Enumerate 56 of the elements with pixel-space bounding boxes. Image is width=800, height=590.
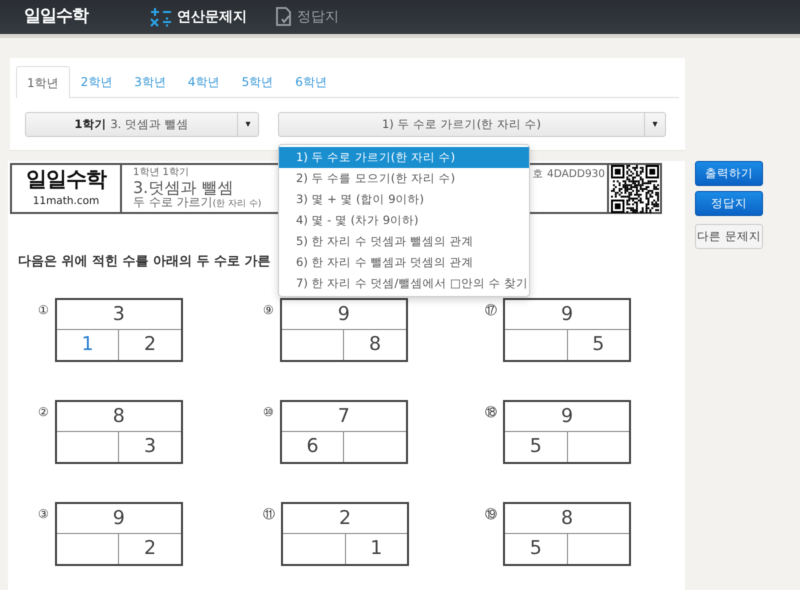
part-number: 5 — [528, 434, 543, 460]
term-label: 1학기 — [74, 116, 106, 133]
menu-option[interactable]: 7) 한 자리 수 덧셈/뺄셈에서 □안의 수 찾기 — [279, 273, 529, 294]
menu-option[interactable]: 6) 한 자리 수 뺄셈과 덧셈의 관계 — [279, 252, 529, 273]
problem-number: ⑰ — [485, 304, 497, 316]
part-number: 5 — [528, 536, 543, 562]
problem-number: ② — [38, 406, 49, 418]
part-number: 5 — [591, 332, 606, 358]
nav-link[interactable]: 정답지 — [275, 6, 339, 28]
action-button[interactable]: 다른 문제지 — [695, 224, 763, 249]
math-operators-icon — [150, 7, 172, 27]
menu-option[interactable]: 5) 한 자리 수 덧셈과 뺄셈의 관계 — [279, 231, 529, 252]
worksheet-title: 3.덧셈과 뺄셈 — [133, 178, 234, 196]
problem-number: ⑲ — [485, 508, 497, 520]
instruction-text: 다음은 위에 적힌 수를 아래의 두 수로 가른 — [18, 253, 271, 271]
answer-number: 1 — [80, 332, 95, 358]
problem-number: ⑨ — [263, 304, 274, 316]
whole-number: 9 — [56, 504, 181, 534]
whole-number: 7 — [282, 402, 406, 432]
nav-link[interactable]: 연산문제지 — [150, 6, 247, 28]
action-button[interactable]: 출력하기 — [695, 161, 763, 186]
whole-number: 3 — [56, 300, 181, 330]
menu-option[interactable]: 4) 몇 - 몇 (차가 9이하) — [279, 210, 529, 231]
whole-number: 9 — [505, 402, 629, 432]
problem-number: ⑱ — [485, 406, 497, 418]
site-logo[interactable]: 일일수학 — [24, 4, 150, 30]
problem-number: ⑩ — [263, 406, 274, 418]
whole-number: 8 — [505, 504, 629, 534]
part-number: 2 — [142, 536, 158, 562]
whole-number: 9 — [282, 300, 406, 330]
worksheet-subtitle: 두 수로 가르기(한 자리 수) — [133, 196, 262, 210]
topic-dropdown[interactable]: 1) 두 수로 가르기(한 자리 수) ▾ — [278, 112, 666, 137]
document-check-icon — [275, 7, 292, 27]
whole-number: 8 — [56, 402, 181, 432]
part-number: 6 — [305, 434, 320, 460]
problem-number: ① — [38, 304, 49, 316]
whole-number: 9 — [505, 300, 629, 330]
action-button[interactable]: 정답지 — [695, 191, 763, 216]
unit-label: 3. 덧셈과 뺄셈 — [110, 116, 189, 133]
site-address: 11math.com — [32, 194, 100, 209]
whole-number: 2 — [283, 504, 407, 534]
part-number: 1 — [369, 536, 384, 562]
menu-option[interactable]: 2) 두 수를 모으기(한 자리 수) — [279, 168, 529, 189]
worksheet-logo: 일일수학 — [26, 168, 106, 191]
part-number: 8 — [368, 332, 382, 358]
problem-number: ⑪ — [263, 508, 275, 520]
qr-code-drawing — [610, 164, 658, 212]
unit-dropdown[interactable]: 1학기 3. 덧셈과 뺄셈 ▾ — [25, 112, 259, 137]
menu-option[interactable]: 1) 두 수로 가르기(한 자리 수) — [279, 147, 529, 168]
sheet-number: 호 4DADD930 — [532, 167, 605, 182]
part-number: 2 — [142, 332, 158, 358]
grade-label: 1학년 1학기 — [133, 167, 189, 178]
part-number: 3 — [142, 434, 158, 460]
menu-option[interactable]: 3) 몇 + 몇 (합이 9이하) — [279, 189, 529, 210]
problem-number: ③ — [38, 508, 49, 520]
grade-tab[interactable]: 1학년 — [16, 66, 70, 98]
